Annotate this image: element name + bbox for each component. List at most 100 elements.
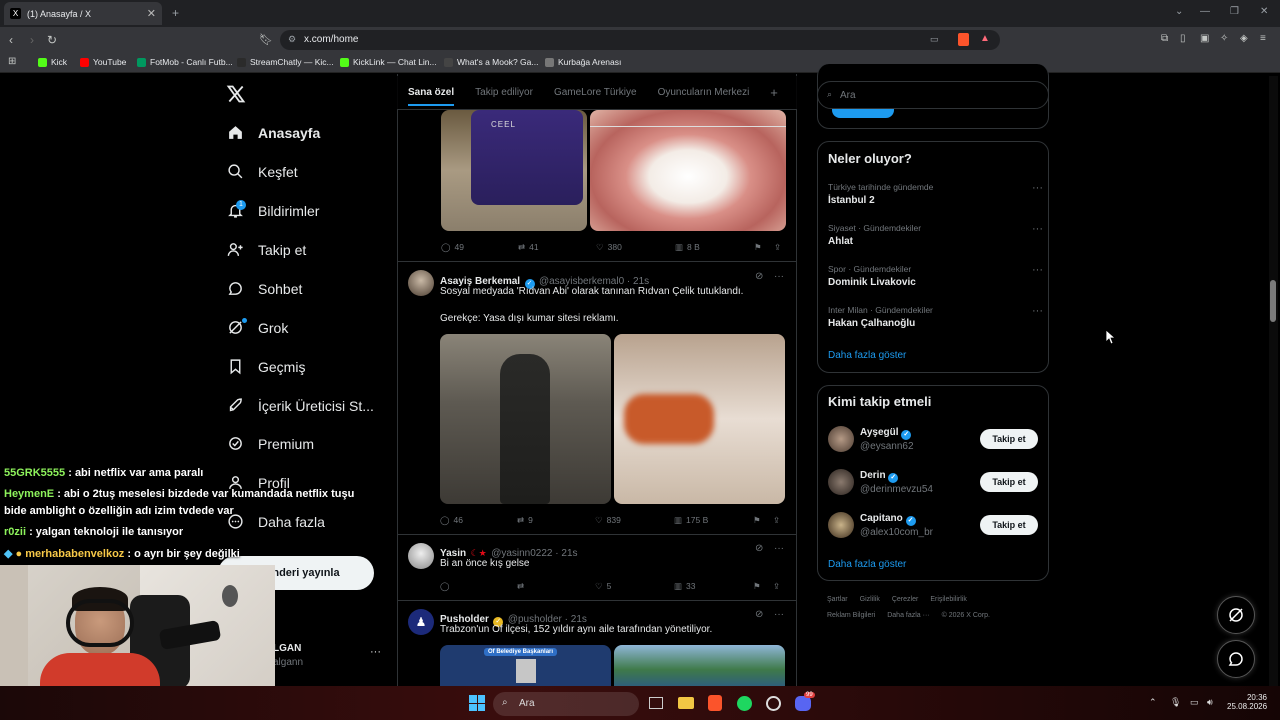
- vpn-icon[interactable]: ◈: [1240, 33, 1248, 44]
- footer-link[interactable]: Şartlar: [827, 596, 848, 603]
- forward-icon[interactable]: ›: [30, 33, 34, 47]
- reload-icon[interactable]: ↻: [47, 33, 57, 47]
- grok-explain-icon[interactable]: ⊘: [755, 609, 763, 620]
- tweet-more-icon[interactable]: ···: [774, 543, 784, 554]
- bookmark-page-icon[interactable]: 🔖︎: [259, 33, 273, 46]
- follow-button[interactable]: Takip et: [980, 429, 1038, 449]
- retweet-button[interactable]: ⇄ 9: [517, 515, 533, 526]
- like-button[interactable]: ♡ 5: [595, 581, 611, 592]
- like-button[interactable]: ♡ 839: [595, 515, 621, 526]
- search-input[interactable]: ⌕ Ara: [817, 81, 1049, 109]
- trend-item[interactable]: Inter Milan · Gündemdekiler Hakan Çalhan…: [828, 305, 1043, 329]
- trend-item[interactable]: Siyaset · Gündemdekiler Ahlat ···: [828, 223, 1043, 247]
- follow-suggestion[interactable]: Ayşegül ✓ @eysann62 Takip et: [828, 426, 1040, 456]
- trend-more-icon[interactable]: ···: [1032, 305, 1043, 317]
- page-scrollbar[interactable]: [1269, 76, 1278, 686]
- minimize-icon[interactable]: —: [1200, 6, 1210, 17]
- discord-icon[interactable]: [795, 696, 811, 711]
- share-icon[interactable]: ⇪: [774, 242, 781, 253]
- close-tab-icon[interactable]: ✕: [147, 7, 156, 20]
- footer-link[interactable]: Daha fazla ···: [887, 612, 929, 619]
- brave-rewards-icon[interactable]: ▲: [980, 33, 990, 44]
- clock[interactable]: 20:36 25.08.2026: [1227, 693, 1267, 711]
- trend-item[interactable]: Spor · Gündemdekiler Dominik Livakovic ·…: [828, 264, 1043, 288]
- nav-more[interactable]: Daha fazla: [227, 513, 325, 530]
- tweet-image-teeth[interactable]: [590, 110, 786, 231]
- brave-taskbar-icon[interactable]: [708, 695, 722, 711]
- views-button[interactable]: ▥ 175 B: [674, 515, 708, 526]
- tweet-image-bed[interactable]: [614, 334, 785, 504]
- bookmark-item[interactable]: Kick: [38, 57, 67, 67]
- nav-premium[interactable]: Premium: [227, 435, 314, 452]
- share-icon[interactable]: ⇪: [773, 581, 780, 592]
- new-tab-icon[interactable]: +: [172, 6, 179, 20]
- follow-button[interactable]: Takip et: [980, 472, 1038, 492]
- grok-explain-icon[interactable]: ⊘: [755, 271, 763, 282]
- task-view-icon[interactable]: [649, 697, 663, 709]
- avatar[interactable]: [408, 543, 434, 569]
- follow-button[interactable]: Takip et: [980, 515, 1038, 535]
- cast-icon[interactable]: ▭: [930, 34, 939, 45]
- footer-link[interactable]: Gizlilik: [860, 596, 880, 603]
- nav-explore[interactable]: Keşfet: [227, 163, 298, 180]
- account-more-icon[interactable]: ···: [370, 646, 381, 658]
- bookmark-item[interactable]: FotMob - Canlı Futb...: [137, 57, 233, 67]
- footer-link[interactable]: Erişilebilirlik: [930, 596, 967, 603]
- tab-for-you[interactable]: Sana özel: [408, 87, 455, 106]
- steam-icon[interactable]: [766, 696, 781, 711]
- file-explorer-icon[interactable]: [678, 697, 694, 709]
- grok-explain-icon[interactable]: ⊘: [755, 543, 763, 554]
- leo-ai-icon[interactable]: ✧: [1220, 33, 1228, 44]
- add-tab-icon[interactable]: +: [770, 85, 778, 100]
- bookmark-tweet-icon[interactable]: ⚑: [754, 242, 762, 253]
- sidebar-icon[interactable]: ▯: [1180, 33, 1186, 44]
- views-button[interactable]: ▥ 8 B: [675, 242, 700, 253]
- microphone-icon[interactable]: 🎙︎: [1170, 697, 1181, 708]
- spotify-icon[interactable]: [737, 696, 752, 711]
- nav-grok[interactable]: Grok: [227, 319, 288, 336]
- tab-search-icon[interactable]: ⌄: [1175, 6, 1183, 17]
- trend-item[interactable]: Türkiye tarihinde gündemde İstanbul 2 ··…: [828, 182, 1043, 206]
- nav-chat[interactable]: Sohbet: [227, 280, 302, 297]
- avatar[interactable]: [408, 270, 434, 296]
- trend-more-icon[interactable]: ···: [1032, 223, 1043, 235]
- tweet-more-icon[interactable]: ···: [774, 609, 784, 620]
- tab-gamelore[interactable]: GameLore Türkiye: [554, 87, 637, 98]
- footer-link[interactable]: Çerezler: [892, 596, 918, 603]
- network-icon[interactable]: ▭: [1190, 697, 1199, 708]
- tweet-image-product[interactable]: CEEL: [441, 110, 587, 231]
- scrollbar-thumb[interactable]: [1270, 280, 1276, 322]
- site-info-icon[interactable]: ⚙: [288, 34, 296, 45]
- bookmark-item[interactable]: StreamChatly — Kic...: [237, 57, 334, 67]
- tweet-image-landscape[interactable]: [614, 645, 785, 686]
- reply-button[interactable]: ◯ 46: [440, 515, 463, 526]
- wallet-icon[interactable]: ▣: [1200, 33, 1209, 44]
- retweet-button[interactable]: ⇄ 41: [518, 242, 539, 253]
- back-icon[interactable]: ‹: [9, 33, 13, 47]
- like-button[interactable]: ♡ 380: [596, 242, 622, 253]
- nav-creator-studio[interactable]: İçerik Üreticisi St...: [227, 397, 374, 414]
- retweet-button[interactable]: ⇄: [517, 581, 524, 592]
- bookmark-item[interactable]: What's a Mook? Ga...: [444, 57, 538, 67]
- browser-tab[interactable]: X (1) Anasayfa / X ✕: [4, 2, 162, 25]
- tweet-image-mayors[interactable]: Of Belediye Başkanları: [440, 645, 611, 686]
- bookmark-item[interactable]: KickLink — Chat Lin...: [340, 57, 437, 67]
- trend-more-icon[interactable]: ···: [1032, 264, 1043, 276]
- nav-home[interactable]: Anasayfa: [227, 124, 320, 141]
- avatar[interactable]: ♟: [408, 609, 434, 635]
- follow-suggestion[interactable]: Derin ✓ @derinmevzu54 Takip et: [828, 469, 1040, 499]
- maximize-icon[interactable]: ❐: [1230, 6, 1239, 17]
- footer-link[interactable]: Reklam Bilgileri: [827, 612, 875, 619]
- bookmark-item[interactable]: YouTube: [80, 57, 126, 67]
- taskbar-search[interactable]: ⌕ Ara: [493, 692, 639, 716]
- extensions-icon[interactable]: ⧉: [1161, 33, 1168, 44]
- who-to-follow-show-more[interactable]: Daha fazla göster: [828, 559, 906, 570]
- bookmark-tweet-icon[interactable]: ⚑: [753, 515, 761, 526]
- follow-suggestion[interactable]: Capitano ✓ @alex10com_br Takip et: [828, 512, 1040, 542]
- bookmark-tweet-icon[interactable]: ⚑: [753, 581, 761, 592]
- nav-follow[interactable]: Takip et: [227, 241, 306, 258]
- reply-button[interactable]: ◯ 49: [441, 242, 464, 253]
- tweet-image-man-street[interactable]: [440, 334, 611, 504]
- messages-fab[interactable]: [1217, 640, 1255, 678]
- apps-grid-icon[interactable]: ⊞: [8, 56, 16, 67]
